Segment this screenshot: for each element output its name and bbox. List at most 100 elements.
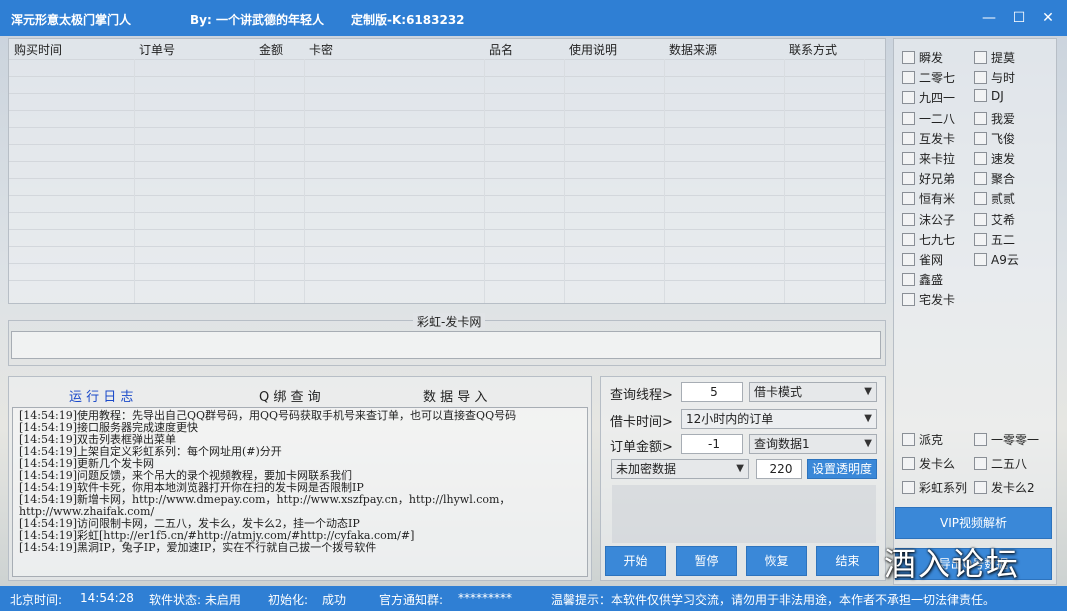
checkbox-icon[interactable] [974,51,987,64]
checkbox-icon[interactable] [902,152,915,165]
site-checkbox[interactable]: 派克 [902,431,943,449]
site-checkbox-label: 与时 [991,71,1016,86]
orders-table[interactable]: 购买时间 订单号 金额 卡密 品名 使用说明 数据来源 联系方式 [8,38,886,304]
site-checkbox[interactable]: 宅发卡 [902,291,955,309]
set-opacity-button[interactable]: 设置透明度 [807,459,877,479]
checkbox-icon[interactable] [974,152,987,165]
checkbox-icon[interactable] [902,172,915,186]
site-checkbox[interactable]: 沫公子 [902,211,955,229]
checkbox-icon[interactable] [974,481,987,494]
column-header-source[interactable]: 数据来源 [669,41,717,59]
column-header-card-secret[interactable]: 卡密 [309,41,333,59]
minimize-icon[interactable]: — [979,8,999,28]
checkbox-icon[interactable] [902,273,915,287]
site-checkbox-label: 七九七 [919,232,956,247]
encrypt-select[interactable]: 未加密数据 ▼ [611,459,749,479]
checkbox-icon[interactable] [902,51,915,64]
site-checkbox[interactable]: 九四一 [902,89,955,107]
checkbox-icon[interactable] [902,253,915,266]
column-header-contact[interactable]: 联系方式 [789,41,837,59]
log-line: [14:54:19]黑洞IP，兔子IP，爱加速IP，实在不行就自己拔一个拨号软件 [19,541,377,554]
column-header-product[interactable]: 品名 [489,41,513,59]
site-checkbox[interactable]: 二五八 [974,455,1027,473]
site-checkbox[interactable]: 聚合 [974,170,1015,188]
site-checkbox[interactable]: 鑫盛 [902,271,943,289]
column-header-usage[interactable]: 使用说明 [569,41,617,59]
site-checkbox[interactable]: 彩虹系列 [902,479,967,497]
close-icon[interactable]: ✕ [1038,8,1058,28]
maximize-icon[interactable]: ☐ [1009,8,1029,28]
site-checkbox[interactable]: 我爱 [974,110,1015,128]
checkbox-icon[interactable] [902,131,915,145]
site-checkbox[interactable]: 一二八 [902,110,955,128]
site-checkbox-label: 宅发卡 [919,293,956,308]
checkbox-icon[interactable] [974,89,987,103]
pause-button[interactable]: 暂停 [676,546,737,576]
site-checkbox[interactable]: 五二 [974,231,1015,249]
site-checkbox[interactable]: 好兄弟 [902,170,955,188]
site-checkbox[interactable]: 发卡么 [902,455,955,473]
site-checkbox-label: 沫公子 [919,212,956,227]
site-checkbox[interactable]: 来卡拉 [902,150,955,168]
checkbox-icon[interactable] [902,111,915,125]
site-checkbox[interactable]: 发卡么2 [974,479,1035,497]
checkbox-icon[interactable] [974,172,987,186]
site-checkbox[interactable]: 贰贰 [974,190,1015,208]
checkbox-icon[interactable] [974,253,987,266]
tab-qq-binding-query[interactable]: Q 绑 查 询 [259,386,321,405]
checkbox-icon[interactable] [974,212,987,226]
tab-data-import[interactable]: 数 据 导 入 [423,386,487,405]
site-checkbox[interactable]: 速发 [974,150,1015,168]
log-textarea[interactable]: [14:54:19]使用教程：先导出自己QQ群号码，用QQ号码获取手机号来查订单… [12,407,588,577]
site-checkbox[interactable]: A9云 [974,251,1019,269]
site-checkbox[interactable]: 艾希 [974,211,1015,229]
table-column-line [784,59,785,303]
checkbox-icon[interactable] [974,457,987,470]
stop-button[interactable]: 结束 [816,546,879,576]
checkbox-icon[interactable] [902,232,915,246]
checkbox-icon[interactable] [902,192,915,206]
checkbox-icon[interactable] [902,91,915,105]
checkbox-icon[interactable] [974,192,987,206]
site-checkbox[interactable]: 互发卡 [902,130,955,148]
time-select[interactable]: 12小时内的订单 ▼ [681,409,877,429]
column-header-purchase-time[interactable]: 购买时间 [14,41,62,59]
thread-count-input[interactable]: 5 [681,382,743,402]
checkbox-icon[interactable] [902,457,915,470]
amount-input[interactable]: -1 [681,434,743,454]
opacity-input[interactable]: 220 [756,459,802,479]
checkbox-icon[interactable] [902,212,915,226]
tab-run-log[interactable]: 运 行 日 志 [69,386,133,405]
mode-select[interactable]: 借卡模式 ▼ [749,382,877,402]
checkbox-icon[interactable] [902,481,915,494]
checkbox-icon[interactable] [974,71,987,85]
site-checkbox[interactable]: 二零七 [902,69,955,87]
site-checkbox[interactable]: 恒有米 [902,190,955,208]
site-checkbox[interactable]: 七九七 [902,231,955,249]
site-checkbox[interactable]: 一零零一 [974,431,1039,449]
table-row-line [9,110,885,111]
resume-button[interactable]: 恢复 [746,546,807,576]
checkbox-icon[interactable] [974,433,987,446]
column-header-order-no[interactable]: 订单号 [139,41,175,59]
site-checkbox[interactable]: 飞俊 [974,130,1015,148]
column-header-amount[interactable]: 金额 [259,41,283,59]
table-row-line [9,144,885,145]
vip-video-button[interactable]: VIP视频解析 [895,507,1052,539]
checkbox-icon[interactable] [902,433,915,446]
checkbox-icon[interactable] [902,293,915,307]
checkbox-icon[interactable] [974,232,987,246]
checkbox-icon[interactable] [974,111,987,125]
checkbox-icon[interactable] [974,131,987,145]
site-checkbox[interactable]: 提莫 [974,49,1015,67]
data-select[interactable]: 查询数据1 ▼ [749,434,877,454]
checkbox-icon[interactable] [902,71,915,85]
start-button[interactable]: 开始 [605,546,666,576]
site-checkbox[interactable]: 瞬发 [902,49,943,67]
site-checkbox[interactable]: 雀网 [902,251,943,269]
source-input[interactable] [11,331,881,359]
site-checkbox[interactable]: DJ [974,89,1004,107]
site-checkbox-label: 贰贰 [991,192,1016,207]
title-bar: 浑元形意太极门掌门人 By: 一个讲武德的年轻人 定制版-K:6183232 —… [0,0,1067,36]
site-checkbox[interactable]: 与时 [974,69,1015,87]
